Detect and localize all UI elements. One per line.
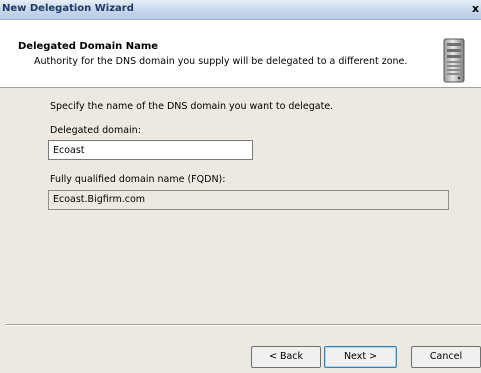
delegated-domain-label: Delegated domain:: [50, 125, 141, 136]
page-subtitle: Authority for the DNS domain you supply …: [34, 56, 408, 67]
delegated-domain-input[interactable]: [48, 140, 253, 160]
button-separator: [6, 324, 481, 326]
next-button[interactable]: Next >: [324, 346, 397, 368]
back-button[interactable]: < Back: [251, 346, 321, 368]
window-title: New Delegation Wizard: [2, 3, 134, 14]
wizard-header: Delegated Domain Name Authority for the …: [0, 20, 481, 88]
fqdn-label: Fully qualified domain name (FQDN):: [50, 174, 226, 185]
title-bar[interactable]: New Delegation Wizard x: [0, 0, 481, 20]
wizard-body: Specify the name of the DNS domain you w…: [0, 88, 481, 373]
wizard-window: New Delegation Wizard x Delegated Domain…: [0, 0, 481, 373]
cancel-button[interactable]: Cancel: [411, 346, 481, 368]
page-title: Delegated Domain Name: [18, 41, 159, 52]
instruction-text: Specify the name of the DNS domain you w…: [50, 101, 334, 112]
close-icon[interactable]: x: [472, 2, 481, 16]
fqdn-field: Ecoast.Bigfirm.com: [48, 190, 449, 210]
server-icon: [443, 38, 465, 83]
